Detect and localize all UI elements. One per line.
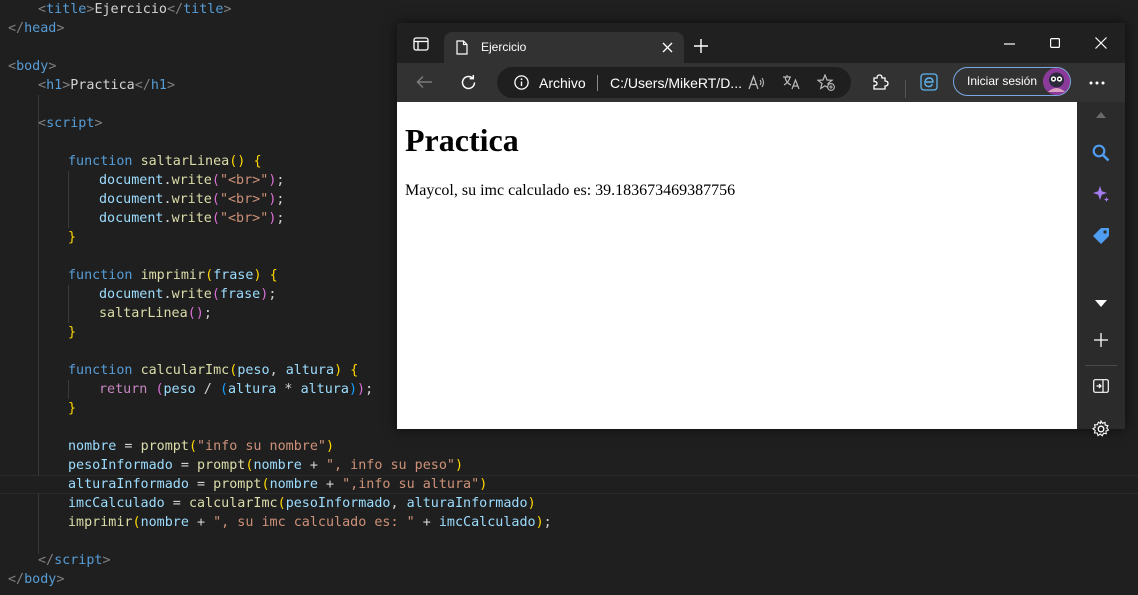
page-output-text: Maycol, su imc calculado es: 39.18367346… xyxy=(405,182,736,199)
code-line[interactable]: </body> xyxy=(0,570,1138,589)
refresh-icon[interactable] xyxy=(460,74,477,91)
info-icon[interactable] xyxy=(514,75,529,90)
back-icon[interactable] xyxy=(416,75,433,89)
browser-essentials-icon[interactable] xyxy=(920,73,938,91)
code-line[interactable]: imprimir(nombre + ", su imc calculado es… xyxy=(0,513,1138,532)
code-line-current[interactable]: alturaInformado = prompt(nombre + ",info… xyxy=(0,475,1138,494)
address-scheme-label: Archivo xyxy=(539,75,586,91)
code-line[interactable]: <title>Ejercicio</title> xyxy=(0,0,1138,19)
more-icon[interactable] xyxy=(1089,81,1105,85)
maximize-icon[interactable] xyxy=(1050,38,1060,48)
avatar[interactable] xyxy=(1043,68,1070,95)
title-bar: Ejercicio xyxy=(397,23,1125,63)
sidebar-toggle-icon[interactable] xyxy=(413,37,429,51)
code-line[interactable]: imcCalculado = calcularImc(pesoInformado… xyxy=(0,494,1138,513)
settings-icon[interactable] xyxy=(1092,420,1110,438)
signin-button[interactable]: Iniciar sesión xyxy=(953,67,1071,96)
address-bar[interactable]: Archivo C:/Users/MikeRT/D... xyxy=(497,67,851,98)
window-close-icon[interactable] xyxy=(1095,37,1107,49)
shopping-tag-icon[interactable] xyxy=(1092,227,1110,245)
code-line[interactable]: pesoInformado = prompt(nombre + ", info … xyxy=(0,456,1138,475)
code-line[interactable]: nombre = prompt("info su nombre") xyxy=(0,437,1138,456)
translate-icon[interactable] xyxy=(782,74,800,90)
address-divider xyxy=(597,75,598,91)
chevron-down-icon[interactable] xyxy=(1095,300,1107,307)
tab-ejercicio[interactable]: Ejercicio xyxy=(444,32,684,63)
address-url[interactable]: C:/Users/MikeRT/D... xyxy=(610,75,742,91)
tab-title: Ejercicio xyxy=(481,40,527,54)
search-icon[interactable] xyxy=(1092,144,1110,162)
minimize-icon[interactable] xyxy=(1004,43,1015,45)
sidebar-divider xyxy=(1085,365,1117,366)
page-heading: Practica xyxy=(405,122,519,158)
favorite-add-icon[interactable] xyxy=(817,74,835,91)
signin-label: Iniciar sesión xyxy=(967,74,1038,88)
read-aloud-icon[interactable] xyxy=(748,75,765,90)
page-viewport[interactable]: Practica Maycol, su imc calculado es: 39… xyxy=(397,102,1077,429)
scroll-up-icon[interactable] xyxy=(1096,112,1106,118)
extensions-icon[interactable] xyxy=(871,73,889,91)
edge-sidebar xyxy=(1077,102,1125,437)
copilot-icon[interactable] xyxy=(1092,185,1110,203)
new-tab-icon[interactable] xyxy=(694,39,708,53)
toolbar: Archivo C:/Users/MikeRT/D... Iniciar ses… xyxy=(397,63,1125,102)
code-line[interactable]: </script> xyxy=(0,551,1138,570)
page-icon xyxy=(456,40,468,55)
split-screen-icon[interactable] xyxy=(1093,379,1109,393)
toolbar-divider xyxy=(905,80,906,98)
add-icon[interactable] xyxy=(1094,333,1108,347)
close-icon[interactable] xyxy=(662,42,673,53)
browser-window[interactable]: Ejercicio Archivo C:/Users/MikeRT/D... I… xyxy=(397,23,1125,437)
